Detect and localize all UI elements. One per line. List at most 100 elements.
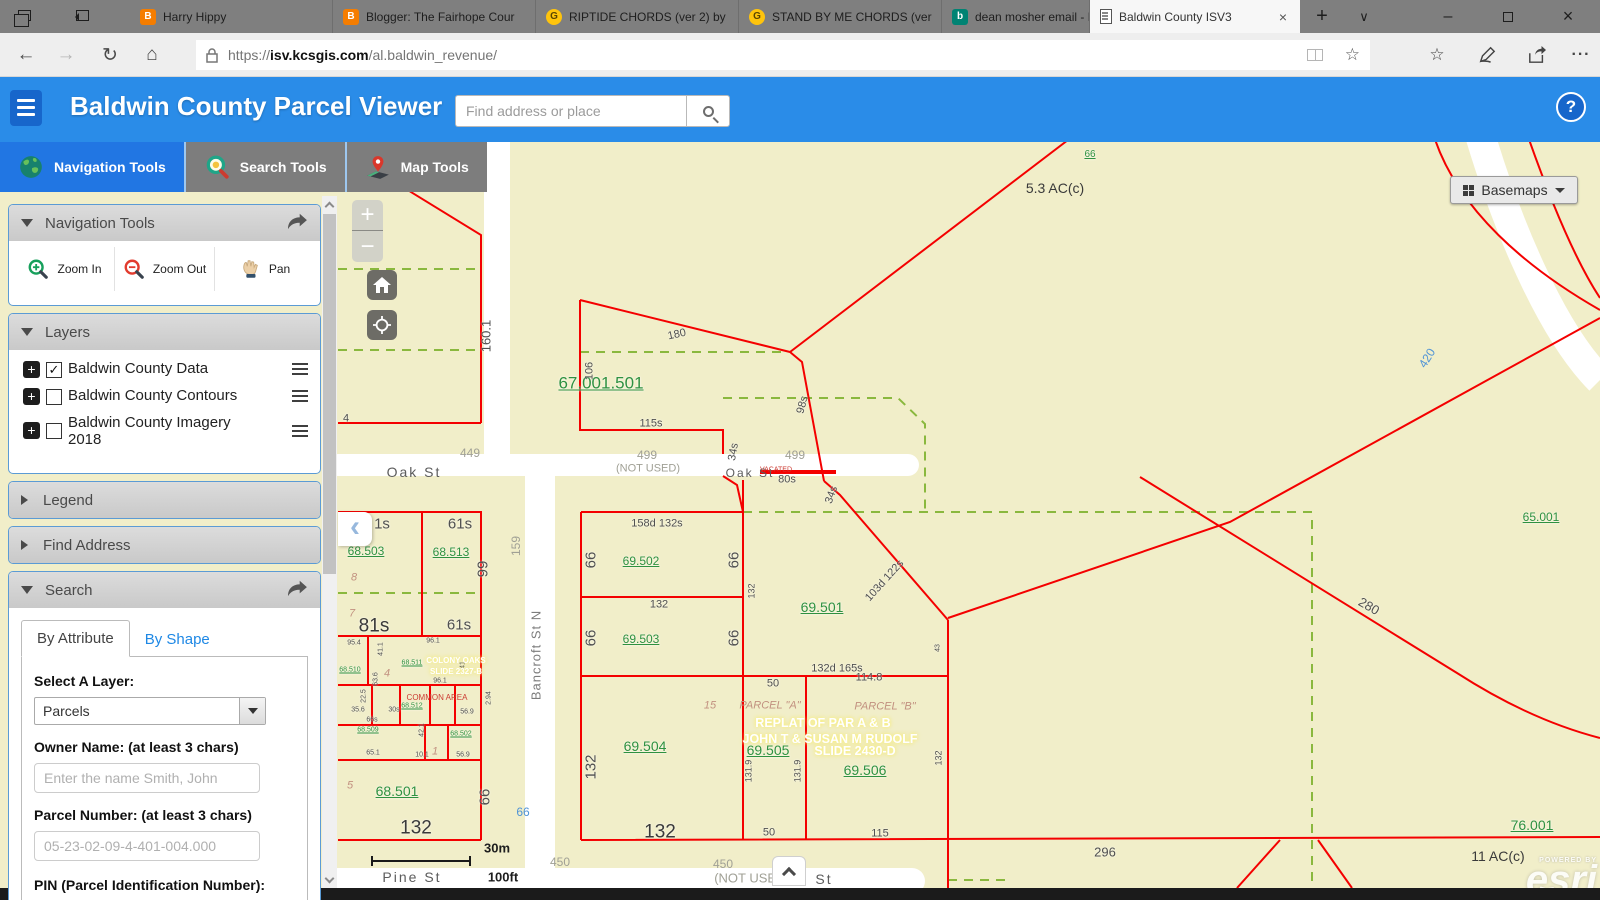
panel-share-button[interactable]: [286, 212, 308, 234]
share-button[interactable]: [1522, 41, 1552, 69]
window-close-button[interactable]: ×: [1552, 0, 1584, 33]
panel-search: Search By Attribute By Shape Select A La…: [8, 571, 321, 900]
tab-map-tools[interactable]: Map Tools: [344, 142, 487, 192]
map-home-button[interactable]: [367, 270, 397, 300]
tab-search-tools[interactable]: Search Tools: [183, 142, 345, 192]
browser-address-bar: ← → ↻ ⌂ https://isv.kcsgis.com/al.baldwi…: [0, 33, 1600, 77]
map-label: 132: [649, 598, 669, 611]
forward-button[interactable]: →: [52, 41, 80, 69]
map-label: 22.5: [360, 689, 368, 703]
search-tools-icon: [206, 155, 229, 179]
layer-row: + Baldwin County Imagery 2018: [23, 414, 308, 448]
browser-tab[interactable]: G STAND BY ME CHORDS (ver: [739, 0, 942, 33]
basemaps-button[interactable]: Basemaps: [1450, 176, 1578, 204]
home-button[interactable]: ⌂: [138, 41, 166, 69]
url-scheme: https://: [228, 47, 271, 63]
add-favorite-button[interactable]: ☆: [1345, 45, 1360, 65]
layer-checkbox-checked[interactable]: ✓: [46, 362, 62, 378]
basemap-grid-icon: [1463, 184, 1475, 196]
window-minimize-button[interactable]: –: [1432, 0, 1464, 33]
map-locate-button[interactable]: [367, 310, 397, 340]
map-label: 114.8: [855, 671, 883, 684]
browser-tab-active[interactable]: Baldwin County ISV3 ×: [1090, 0, 1300, 33]
layer-menu-button[interactable]: [292, 422, 308, 440]
layer-select[interactable]: Parcels: [34, 697, 266, 725]
tab-close-button[interactable]: ×: [1276, 9, 1290, 25]
browser-window: 67.001.501 68.503 68.513 69.502 69.501 69.503…: [0, 0, 1600, 900]
scrollbar-thumb[interactable]: [323, 214, 336, 574]
browser-tab[interactable]: G RIPTIDE CHORDS (ver 2) by: [536, 0, 739, 33]
pan-button[interactable]: Pan: [215, 247, 314, 291]
address-search-input[interactable]: [455, 95, 686, 127]
layer-row: + ✓ Baldwin County Data: [23, 360, 308, 378]
tab-by-shape[interactable]: By Shape: [130, 622, 225, 657]
maximize-icon: [1503, 11, 1513, 22]
menu-button[interactable]: [10, 90, 42, 126]
url-domain: isv.kcsgis.com: [270, 47, 369, 63]
layer-checkbox[interactable]: [46, 389, 62, 405]
map-zoom-out-button[interactable]: −: [352, 231, 383, 262]
map-label: 132: [400, 817, 432, 839]
favorites-hub-button[interactable]: ☆: [1422, 41, 1452, 69]
window-maximize-button[interactable]: [1492, 0, 1524, 33]
panel-header-legend[interactable]: Legend: [9, 482, 320, 518]
tab-by-attribute[interactable]: By Attribute: [21, 620, 130, 657]
tab-preview-icon: [13, 10, 31, 27]
new-tab-button[interactable]: +: [1306, 0, 1338, 33]
zoom-out-button[interactable]: Zoom Out: [115, 247, 215, 291]
web-notes-button[interactable]: [1472, 41, 1502, 69]
zoom-out-icon: [124, 259, 144, 279]
scroll-up-button[interactable]: [322, 196, 337, 212]
zoom-in-button[interactable]: Zoom In: [15, 247, 115, 291]
owner-name-input[interactable]: [34, 763, 260, 793]
panel-share-button[interactable]: [286, 579, 308, 601]
back-button[interactable]: ←: [12, 41, 40, 69]
map-label: 450: [712, 857, 734, 871]
layer-menu-button[interactable]: [292, 387, 308, 405]
set-tabs-aside-button[interactable]: [72, 7, 92, 25]
layer-checkbox[interactable]: [46, 423, 62, 439]
tab-title: Blogger: The Fairhope Cour: [366, 9, 515, 24]
map-label: 69.501: [800, 599, 844, 615]
address-search-button[interactable]: [686, 95, 730, 127]
map-label: 69.506: [843, 762, 887, 778]
map-zoom-in-button[interactable]: +: [352, 200, 383, 231]
map-label: 8: [350, 571, 358, 584]
scroll-down-button[interactable]: [322, 872, 337, 888]
app-header: Baldwin County Parcel Viewer ?: [0, 77, 1600, 142]
tab-preview-button[interactable]: [13, 7, 34, 27]
attribution-expand-button[interactable]: [772, 856, 806, 886]
layer-expand-button[interactable]: +: [23, 388, 40, 405]
layer-select-dropdown-button[interactable]: [239, 698, 265, 724]
collapse-caret-icon: [21, 328, 33, 342]
esri-logo: esri: [1525, 858, 1597, 888]
url-path: /al.baldwin_revenue/: [368, 47, 498, 63]
help-button[interactable]: ?: [1556, 92, 1586, 122]
layer-label: Baldwin County Imagery 2018: [68, 414, 231, 448]
document-icon: [1100, 9, 1112, 24]
layer-menu-button[interactable]: [292, 360, 308, 378]
parcel-number-input[interactable]: [34, 831, 260, 861]
url-field[interactable]: https://isv.kcsgis.com/al.baldwin_revenu…: [196, 40, 1370, 70]
sidebar-collapse-button[interactable]: ‹: [338, 510, 372, 546]
panel-title: Find Address: [43, 536, 131, 554]
browser-tab[interactable]: b dean mosher email - Bing: [942, 0, 1090, 33]
panel-header-layers[interactable]: Layers: [9, 314, 320, 350]
map-label: COLONY OAKS: [426, 656, 486, 665]
layer-expand-button[interactable]: +: [23, 422, 40, 439]
panel-header-find-address[interactable]: Find Address: [9, 527, 320, 563]
panel-header-search[interactable]: Search: [9, 572, 320, 608]
settings-more-button[interactable]: ···: [1566, 41, 1596, 69]
map-label: 66: [725, 551, 743, 569]
chevron-down-icon: [247, 708, 258, 719]
browser-tab[interactable]: B Harry Hippy: [130, 0, 333, 33]
browser-tab[interactable]: B Blogger: The Fairhope Cour: [333, 0, 536, 33]
tab-list-button[interactable]: ∨: [1348, 0, 1380, 33]
tab-navigation-tools[interactable]: Navigation Tools: [0, 142, 184, 192]
refresh-button[interactable]: ↻: [96, 41, 124, 69]
favorites-hub-icon: ☆: [1429, 45, 1445, 64]
panel-header-navigation-tools[interactable]: Navigation Tools: [9, 205, 320, 241]
layer-expand-button[interactable]: +: [23, 361, 40, 378]
sidebar-scrollbar[interactable]: [322, 196, 337, 888]
reading-view-icon[interactable]: [1306, 49, 1323, 61]
